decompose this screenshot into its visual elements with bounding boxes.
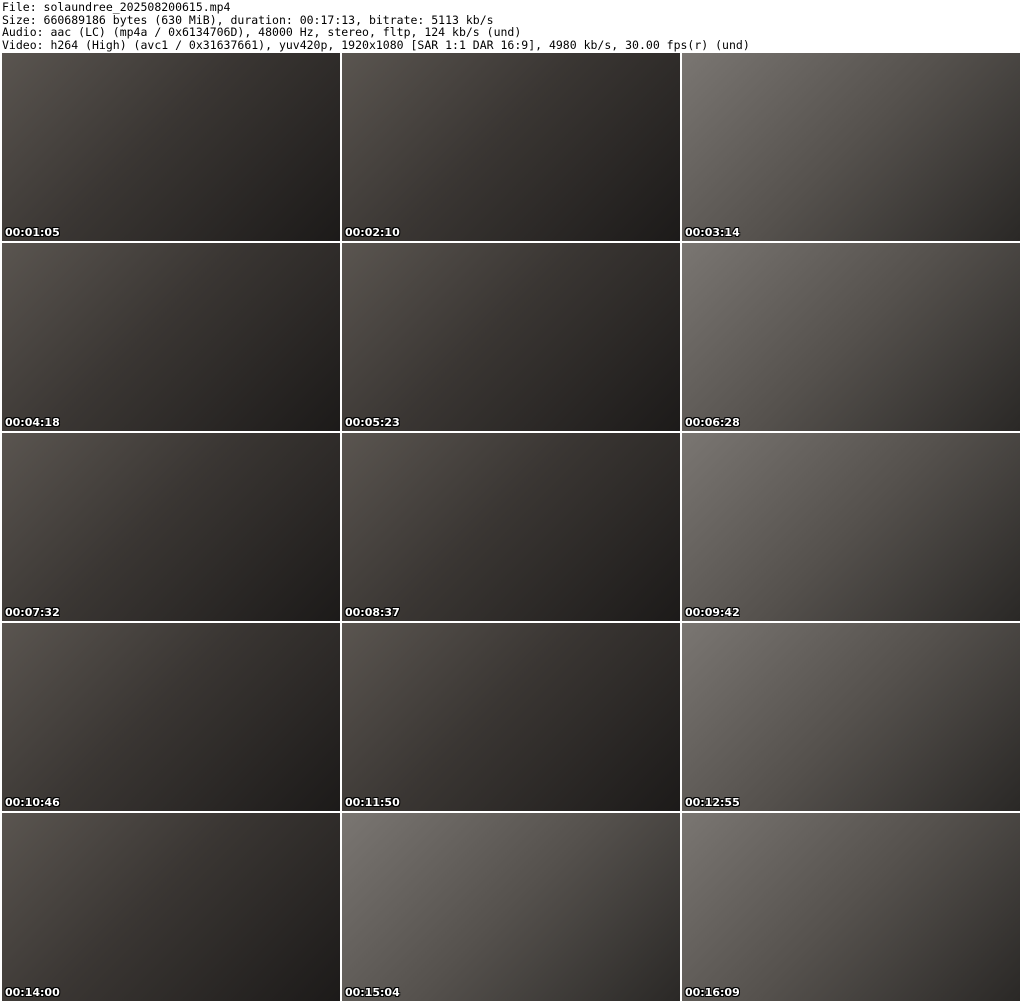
thumbnail-timestamp: 00:16:09 — [685, 986, 740, 999]
thumbnail-timestamp: 00:07:32 — [5, 606, 60, 619]
audio-info: Audio: aac (LC) (mp4a / 0x6134706D), 480… — [2, 25, 522, 39]
video-thumbnail: 00:14:00 — [2, 813, 340, 1001]
video-thumbnail: 00:02:10 — [342, 53, 680, 241]
thumbnail-timestamp: 00:08:37 — [345, 606, 400, 619]
file-name: File: solaundree_202508200615.mp4 — [2, 0, 231, 14]
video-thumbnail: 00:12:55 — [682, 623, 1020, 811]
thumbnail-timestamp: 00:14:00 — [5, 986, 60, 999]
video-thumbnail: 00:03:14 — [682, 53, 1020, 241]
video-thumbnail: 00:09:42 — [682, 433, 1020, 621]
video-thumbnail: 00:10:46 — [2, 623, 340, 811]
video-thumbnail: 00:07:32 — [2, 433, 340, 621]
thumbnail-timestamp: 00:11:50 — [345, 796, 400, 809]
video-thumbnail: 00:06:28 — [682, 243, 1020, 431]
thumbnail-grid: 00:01:05 00:02:10 00:03:14 00:04:18 00:05:23… — [2, 53, 1020, 1001]
thumbnail-timestamp: 00:02:10 — [345, 226, 400, 239]
thumbnail-timestamp: 00:04:18 — [5, 416, 60, 429]
thumbnail-timestamp: 00:12:55 — [685, 796, 740, 809]
thumbnail-timestamp: 00:05:23 — [345, 416, 400, 429]
video-thumbnail: 00:15:04 — [342, 813, 680, 1001]
thumbnail-timestamp: 00:06:28 — [685, 416, 740, 429]
video-info: Video: h264 (High) (avc1 / 0x31637661), … — [2, 37, 750, 52]
thumbnail-timestamp: 00:15:04 — [345, 986, 400, 999]
video-thumbnail: 00:01:05 — [2, 53, 340, 241]
thumbnail-timestamp: 00:10:46 — [5, 796, 60, 809]
thumbnail-timestamp: 00:01:05 — [5, 226, 60, 239]
thumbnail-timestamp: 00:03:14 — [685, 226, 740, 239]
video-thumbnail: 00:11:50 — [342, 623, 680, 811]
thumbnail-timestamp: 00:09:42 — [685, 606, 740, 619]
video-thumbnail: 00:05:23 — [342, 243, 680, 431]
video-thumbnail: 00:04:18 — [2, 243, 340, 431]
file-info-header: File: solaundree_202508200615.mp4 Size: 6… — [2, 1, 750, 51]
video-thumbnail: 00:16:09 — [682, 813, 1020, 1001]
video-thumbnail: 00:08:37 — [342, 433, 680, 621]
